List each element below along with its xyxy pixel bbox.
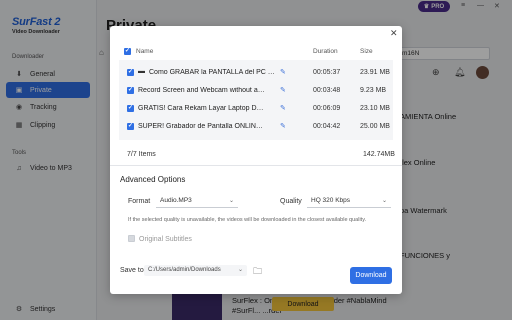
table-row[interactable]: ✓ SUPER! Grabador de Pantalla ONLINE 202…: [119, 118, 393, 135]
row-checkbox[interactable]: ✓: [127, 87, 134, 94]
original-subtitles-label: Original Subtitles: [139, 236, 192, 243]
video-size: 23.91 MB: [360, 68, 390, 76]
items-count: 7/7 Items: [127, 151, 156, 158]
quality-label: Quality: [280, 198, 302, 205]
video-icon: ▬: [138, 68, 145, 75]
row-checkbox[interactable]: ✓: [127, 105, 134, 112]
edit-icon[interactable]: ✎: [280, 104, 286, 112]
row-checkbox[interactable]: ✓: [127, 123, 134, 130]
header-size: Size: [360, 48, 373, 55]
video-title: GRATIS! Cara Rekam Layar Laptop Dengan B…: [138, 104, 266, 112]
quality-select[interactable]: HQ 320 Kbps ⌄: [307, 195, 391, 208]
table-row[interactable]: ✓ GRATIS! Cara Rekam Layar Laptop Dengan…: [119, 100, 393, 117]
chevron-down-icon: ⌄: [237, 267, 243, 273]
advanced-options-title: Advanced Options: [120, 175, 186, 184]
video-title: SUPER! Grabador de Pantalla ONLINE 2024 …: [138, 122, 266, 130]
total-size: 142.74MB: [363, 151, 395, 158]
edit-icon[interactable]: ✎: [280, 86, 286, 94]
video-size: 9.23 MB: [360, 86, 387, 94]
quality-note: If the selected quality is unavailable, …: [128, 217, 367, 223]
video-size: 25.00 MB: [360, 122, 390, 130]
header-duration: Duration: [313, 48, 338, 55]
divider: [110, 165, 402, 166]
video-duration: 00:04:42: [313, 122, 341, 130]
chevron-down-icon: ⌄: [228, 198, 234, 204]
video-duration: 00:03:48: [313, 86, 341, 94]
close-icon[interactable]: ✕: [390, 28, 398, 39]
select-all-checkbox[interactable]: ✓: [124, 48, 131, 55]
video-size: 23.10 MB: [360, 104, 390, 112]
save-to-label: Save to: [120, 267, 144, 274]
row-checkbox[interactable]: ✓: [127, 69, 134, 76]
format-select[interactable]: Audio.MP3 ⌄: [156, 195, 238, 208]
table-row[interactable]: ✓ Record Screen and Webcam without any s…: [119, 82, 393, 99]
table-header: ✓ Name Duration Size: [124, 48, 390, 58]
modal-backdrop-left: [0, 0, 97, 320]
video-duration: 00:05:37: [313, 68, 341, 76]
table-row[interactable]: ✓ ▬ Como GRABAR la PANTALLA del PC o MA.…: [119, 64, 393, 81]
video-list[interactable]: ✓ ▬ Como GRABAR la PANTALLA del PC o MA.…: [119, 60, 393, 140]
chevron-down-icon: ⌄: [381, 198, 387, 204]
save-to-path: C:/Users/admin/Downloads: [148, 267, 221, 273]
format-label: Format: [128, 198, 151, 205]
edit-icon[interactable]: ✎: [280, 68, 286, 76]
original-subtitles-checkbox[interactable]: [128, 235, 135, 242]
save-to-select[interactable]: C:/Users/admin/Downloads ⌄: [144, 265, 247, 276]
video-title: Record Screen and Webcam without any sof…: [138, 86, 266, 94]
format-value: Audio.MP3: [160, 197, 192, 204]
edit-icon[interactable]: ✎: [280, 122, 286, 130]
quality-value: HQ 320 Kbps: [311, 197, 351, 204]
video-title: Como GRABAR la PANTALLA del PC o MA...: [149, 68, 277, 76]
folder-icon[interactable]: 🗀: [253, 264, 262, 280]
video-duration: 00:06:09: [313, 104, 341, 112]
download-button[interactable]: Download: [350, 267, 392, 284]
original-subtitles-option[interactable]: Original Subtitles: [128, 235, 192, 243]
header-name: Name: [136, 48, 154, 55]
